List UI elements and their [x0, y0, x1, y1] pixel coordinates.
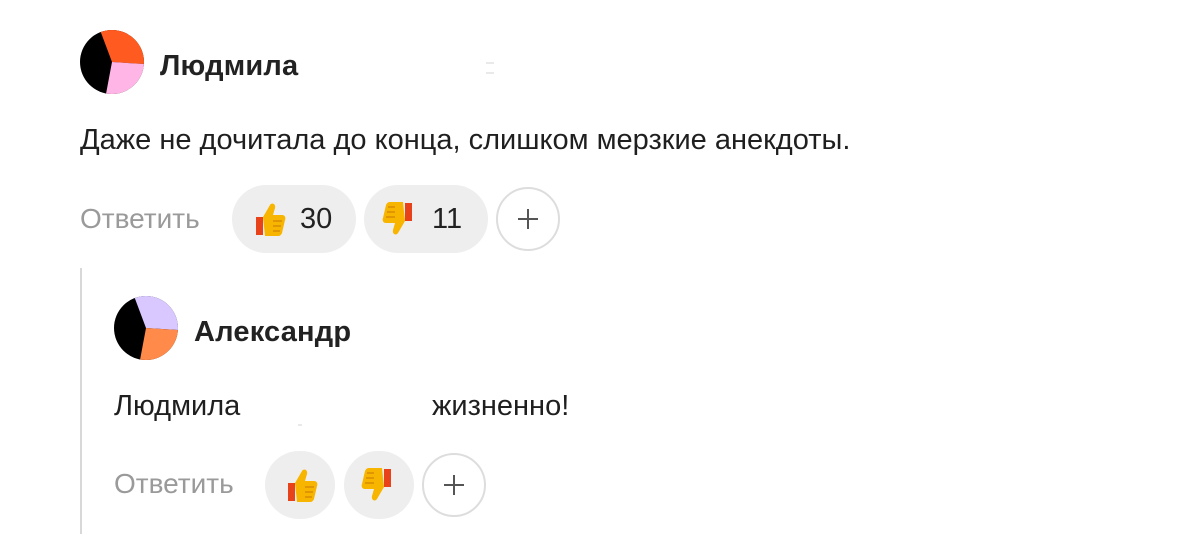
comment-author[interactable]: Людмила [160, 50, 298, 83]
like-count: 30 [300, 202, 333, 235]
like-button[interactable] [265, 451, 335, 519]
thumbs-up-icon [288, 469, 318, 502]
reply-button[interactable]: Ответить [80, 203, 200, 235]
thumbs-down-icon [361, 468, 391, 501]
add-reaction-button[interactable] [496, 187, 560, 251]
reply-text: жизненно! [432, 390, 570, 422]
add-reaction-button[interactable] [422, 453, 486, 517]
dislike-count: 11 [432, 202, 463, 235]
reply-button[interactable]: Ответить [114, 468, 234, 500]
divider [486, 72, 494, 74]
divider [298, 424, 302, 426]
avatar-image [80, 30, 144, 94]
plus-icon [444, 475, 464, 495]
dislike-button[interactable] [344, 451, 414, 519]
avatar-image [114, 296, 178, 360]
plus-icon [518, 209, 538, 229]
avatar[interactable] [114, 296, 178, 360]
thread-line [80, 268, 82, 534]
comment-thread: Людмила Даже не дочитала до конца, слишк… [0, 0, 1200, 557]
comment-text: Даже не дочитала до конца, слишком мерзк… [80, 124, 851, 156]
like-button[interactable]: 30 [232, 185, 356, 253]
thumbs-up-icon [256, 203, 286, 236]
avatar[interactable] [80, 30, 144, 94]
reply-mention[interactable]: Людмила [114, 390, 240, 423]
dislike-button[interactable]: 11 [364, 185, 488, 253]
divider [486, 62, 494, 64]
reply-author[interactable]: Александр [194, 316, 351, 349]
thumbs-down-icon [382, 202, 412, 235]
